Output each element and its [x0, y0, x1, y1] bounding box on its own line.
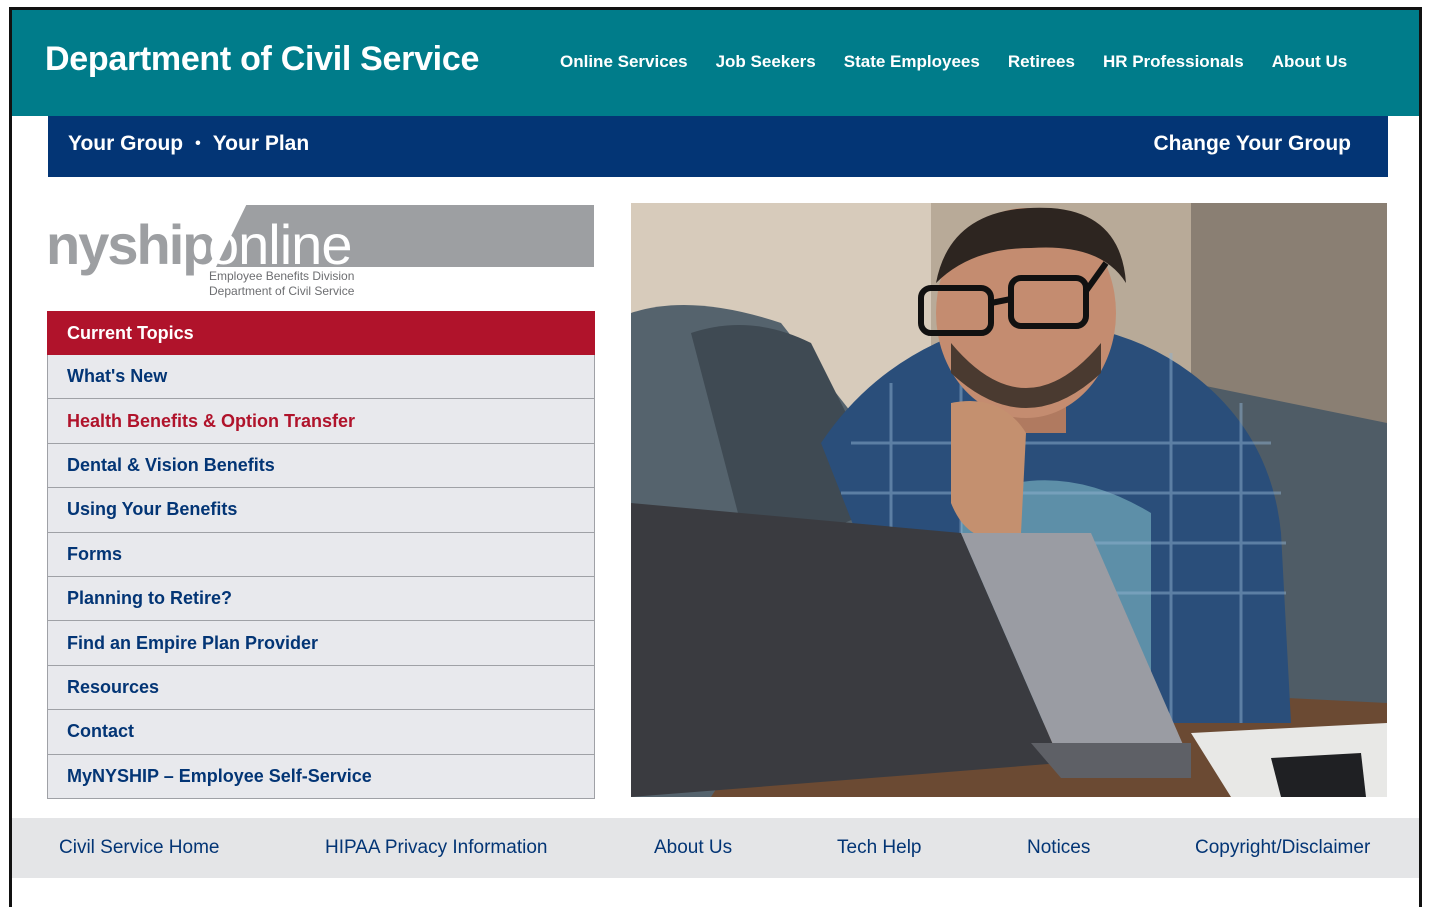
nav-state-employees[interactable]: State Employees: [844, 52, 980, 72]
top-navigation: Online Services Job Seekers State Employ…: [560, 52, 1347, 72]
hero-illustration: [631, 203, 1387, 797]
your-plan-link[interactable]: Your Plan: [213, 132, 309, 156]
menu-item-forms[interactable]: Forms: [47, 532, 595, 577]
site-header: Department of Civil Service Online Servi…: [12, 10, 1419, 116]
footer-civil-service-home[interactable]: Civil Service Home: [59, 837, 219, 859]
footer-hipaa-privacy[interactable]: HIPAA Privacy Information: [325, 837, 547, 859]
site-title[interactable]: Department of Civil Service: [45, 40, 479, 79]
group-bar: Your Group • Your Plan Change Your Group: [48, 116, 1388, 177]
site-footer: Civil Service Home HIPAA Privacy Informa…: [12, 818, 1419, 878]
menu-item-health-benefits[interactable]: Health Benefits & Option Transfer: [47, 399, 595, 444]
nav-online-services[interactable]: Online Services: [560, 52, 688, 72]
menu-item-dental-vision[interactable]: Dental & Vision Benefits: [47, 443, 595, 489]
topics-menu: Current Topics What's New Health Benefit…: [47, 311, 595, 799]
menu-item-whats-new[interactable]: What's New: [47, 355, 595, 400]
footer-copyright-disclaimer[interactable]: Copyright/Disclaimer: [1195, 837, 1370, 859]
logo-division-text: Employee Benefits Division: [209, 269, 355, 283]
hero-image: [631, 203, 1387, 797]
nyship-online-logo[interactable]: nyship online Employee Benefits Division…: [46, 203, 596, 303]
footer-about-us[interactable]: About Us: [654, 837, 732, 859]
change-group-link[interactable]: Change Your Group: [1153, 132, 1351, 156]
menu-item-mynyship[interactable]: MyNYSHIP – Employee Self-Service: [47, 754, 595, 799]
menu-item-find-provider[interactable]: Find an Empire Plan Provider: [47, 621, 595, 666]
menu-item-resources[interactable]: Resources: [47, 665, 595, 711]
nav-job-seekers[interactable]: Job Seekers: [716, 52, 816, 72]
footer-tech-help[interactable]: Tech Help: [837, 837, 922, 859]
nav-retirees[interactable]: Retirees: [1008, 52, 1075, 72]
your-group-link[interactable]: Your Group: [68, 132, 183, 156]
group-plan-breadcrumb: Your Group • Your Plan: [68, 132, 309, 156]
separator-dot: •: [195, 135, 201, 152]
logo-word-online: online: [208, 213, 352, 276]
footer-notices[interactable]: Notices: [1027, 837, 1090, 859]
menu-item-using-benefits[interactable]: Using Your Benefits: [47, 488, 595, 533]
menu-header: Current Topics: [47, 311, 595, 355]
menu-item-contact[interactable]: Contact: [47, 710, 595, 755]
nav-about-us[interactable]: About Us: [1272, 52, 1348, 72]
menu-item-planning-retire[interactable]: Planning to Retire?: [47, 576, 595, 622]
logo-word-nyship: nyship: [46, 213, 216, 276]
nav-hr-professionals[interactable]: HR Professionals: [1103, 52, 1244, 72]
logo-department-text: Department of Civil Service: [209, 284, 355, 298]
